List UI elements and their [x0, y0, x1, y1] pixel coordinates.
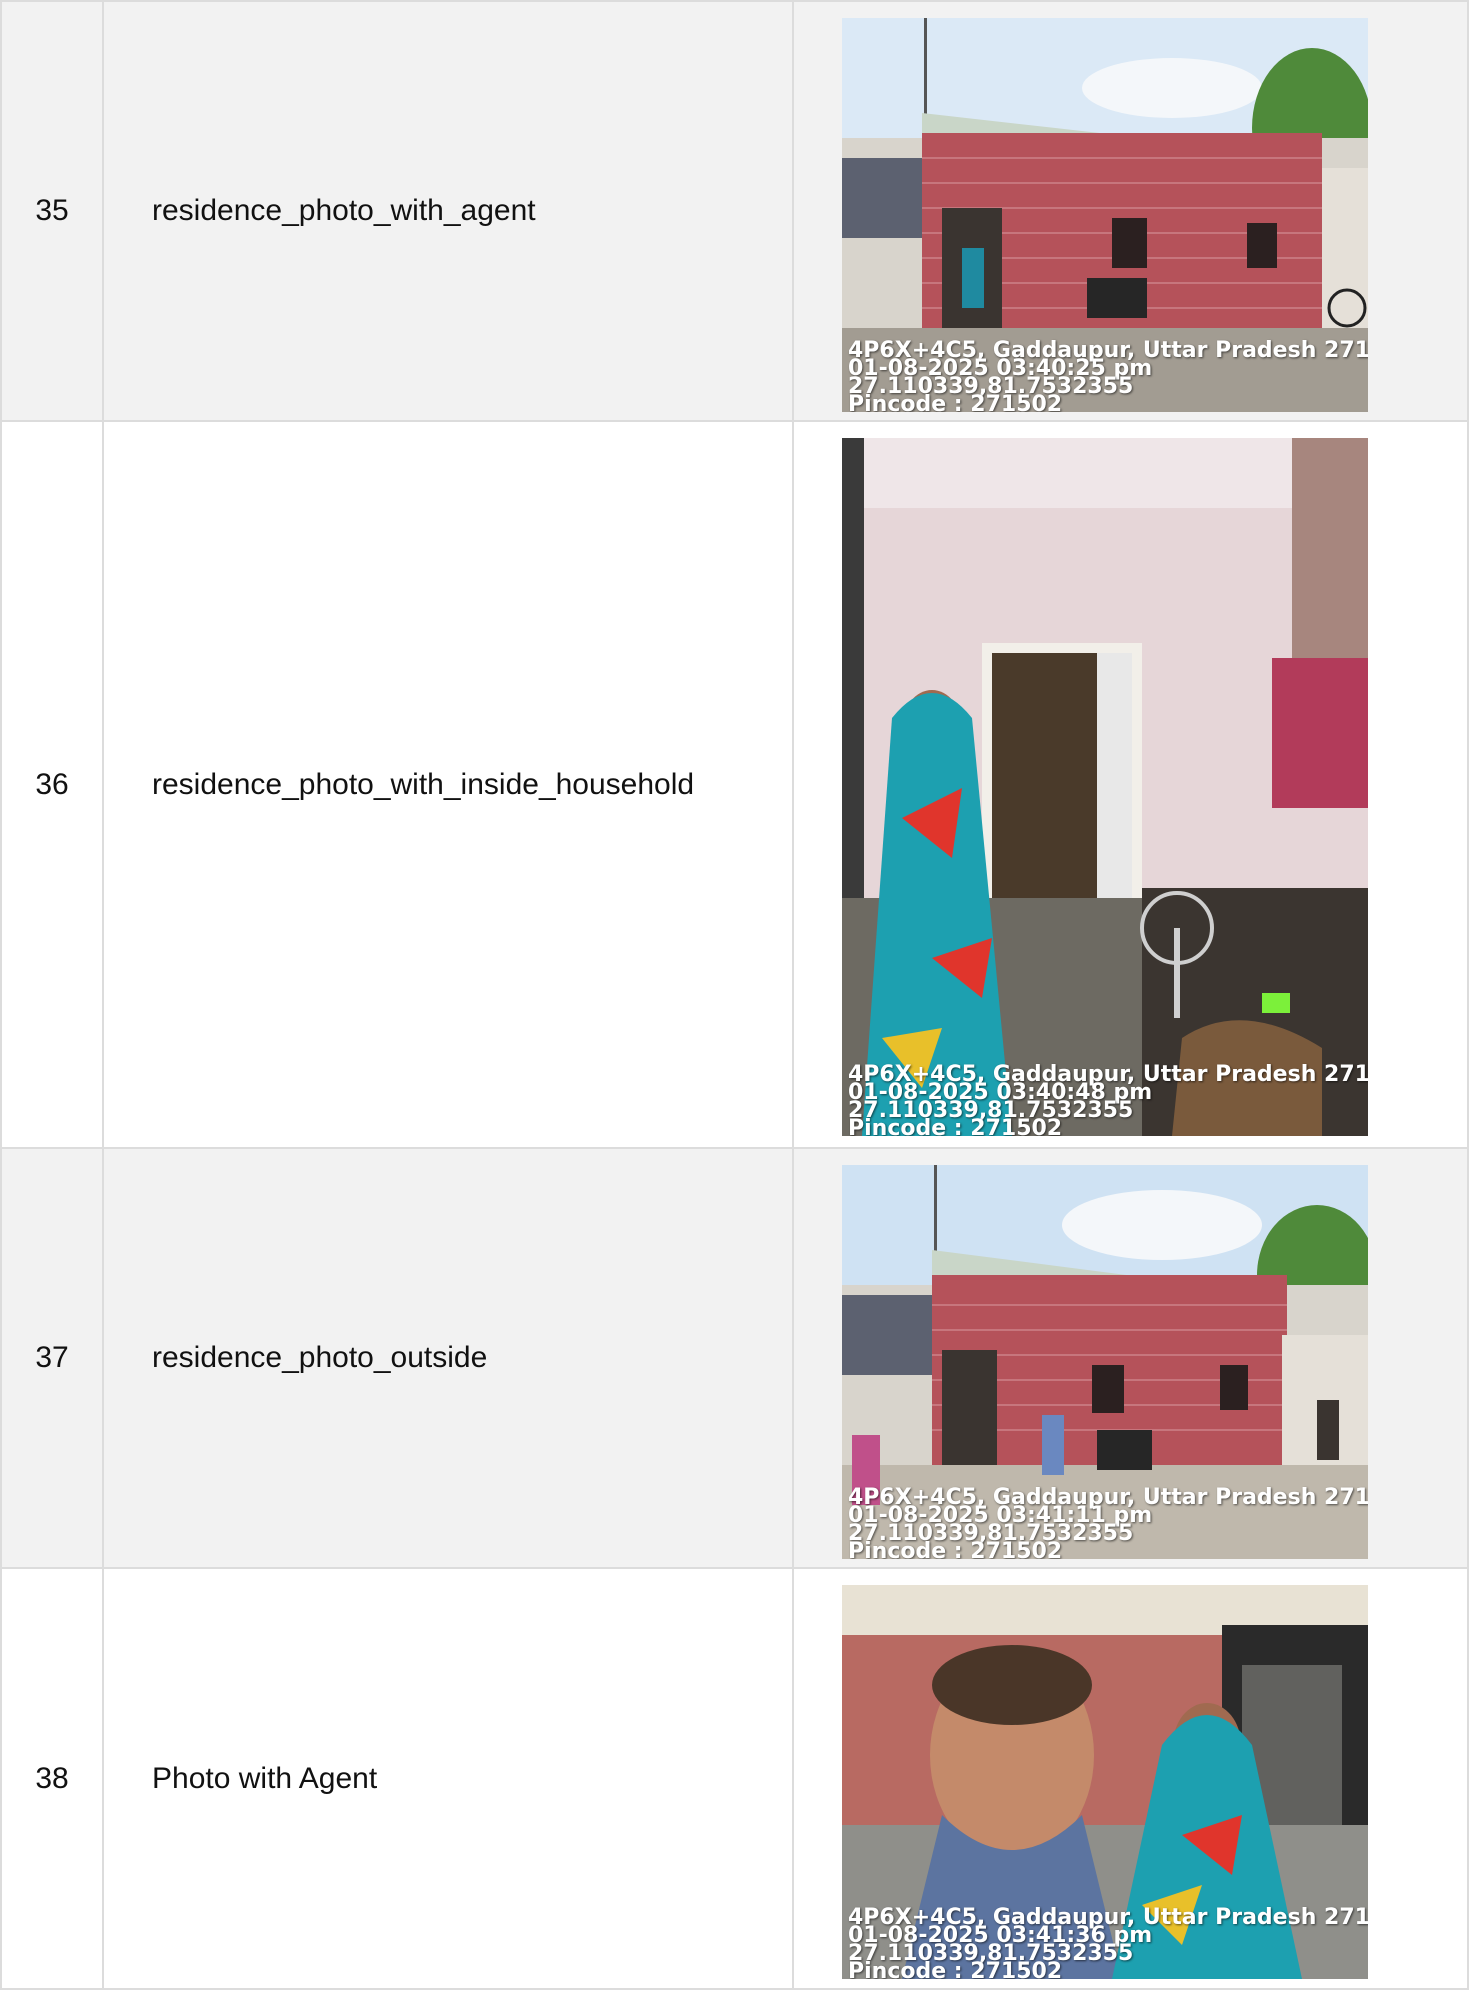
- photo-cell: 4P6X+4C5, Gaddaupur, Uttar Pradesh 27150…: [792, 0, 1469, 422]
- field-label: Photo with Agent: [102, 1567, 794, 1990]
- row-number: 35: [0, 0, 104, 422]
- geo-stamp: 4P6X+4C5, Gaddaupur, Uttar Pradesh 27150…: [848, 1487, 1368, 1560]
- residence-exterior-photo: 4P6X+4C5, Gaddaupur, Uttar Pradesh 27150…: [842, 18, 1368, 412]
- geo-stamp: 4P6X+4C5, Gaddaupur, Uttar Pradesh 27150…: [848, 1064, 1368, 1137]
- field-label: residence_photo_with_agent: [102, 0, 794, 422]
- residence-outside-photo: 4P6X+4C5, Gaddaupur, Uttar Pradesh 27150…: [842, 1165, 1368, 1559]
- row-number: 36: [0, 420, 104, 1149]
- residence-interior-photo: 4P6X+4C5, Gaddaupur, Uttar Pradesh 27150…: [842, 438, 1368, 1136]
- geo-stamp: 4P6X+4C5, Gaddaupur, Uttar Pradesh 27150…: [848, 1907, 1368, 1980]
- table-row: 38 Photo with Agent 4P6X+4C5, Gaddaupur,…: [0, 1567, 1469, 1990]
- table-row: 37 residence_photo_outside 4P6X+4C5, Gad…: [0, 1147, 1469, 1569]
- field-label: residence_photo_outside: [102, 1147, 794, 1569]
- geo-stamp: 4P6X+4C5, Gaddaupur, Uttar Pradesh 27150…: [848, 340, 1368, 413]
- row-number: 37: [0, 1147, 104, 1569]
- photo-cell: 4P6X+4C5, Gaddaupur, Uttar Pradesh 27150…: [792, 1567, 1469, 1990]
- photo-cell: 4P6X+4C5, Gaddaupur, Uttar Pradesh 27150…: [792, 420, 1469, 1149]
- field-label: residence_photo_with_inside_household: [102, 420, 794, 1149]
- table-row: 35 residence_photo_with_agent 4P6X+4C5, …: [0, 0, 1469, 422]
- photo-cell: 4P6X+4C5, Gaddaupur, Uttar Pradesh 27150…: [792, 1147, 1469, 1569]
- verification-photo-table: 35 residence_photo_with_agent 4P6X+4C5, …: [0, 0, 1469, 1990]
- agent-selfie-photo: 4P6X+4C5, Gaddaupur, Uttar Pradesh 27150…: [842, 1585, 1368, 1979]
- row-number: 38: [0, 1567, 104, 1990]
- table-row: 36 residence_photo_with_inside_household: [0, 420, 1469, 1149]
